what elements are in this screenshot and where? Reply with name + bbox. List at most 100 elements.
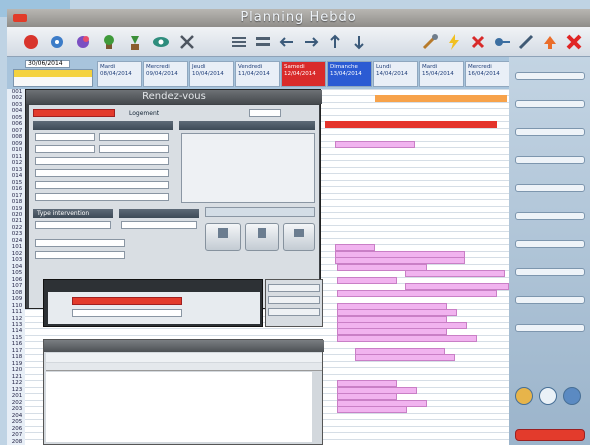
day-header[interactable]: Samedi 12/04/2014 xyxy=(281,61,326,87)
hours-field[interactable] xyxy=(35,193,169,201)
filter-label xyxy=(515,231,585,238)
eye-icon[interactable] xyxy=(151,32,171,52)
history-title-bar xyxy=(44,340,324,352)
booking-bar[interactable] xyxy=(335,140,415,148)
booking-bar[interactable] xyxy=(355,354,455,362)
day-header[interactable]: Lundi 14/04/2014 xyxy=(373,61,418,87)
day-header[interactable]: Jeudi 10/04/2014 xyxy=(189,61,234,87)
settings-icon[interactable] xyxy=(47,32,67,52)
day-header[interactable]: Mercredi 09/04/2014 xyxy=(143,61,188,87)
filter-select[interactable] xyxy=(515,100,585,108)
filter-select[interactable] xyxy=(515,240,585,248)
day-header[interactable]: Mercredi 16/04/2014 xyxy=(465,61,510,87)
list-icon[interactable] xyxy=(229,32,249,52)
history-tabs xyxy=(46,353,322,362)
origin-field[interactable] xyxy=(35,169,169,177)
home-icon[interactable] xyxy=(21,32,41,52)
day-header[interactable]: Dimanche 13/04/2014 xyxy=(327,61,372,87)
description-field[interactable] xyxy=(35,157,169,165)
day-header[interactable]: Mardi 15/04/2014 xyxy=(419,61,464,87)
start-date-field[interactable]: 30/06/2014 xyxy=(25,60,70,68)
day-date: 11/04/2014 xyxy=(238,71,270,77)
filter-select[interactable] xyxy=(515,268,585,276)
section-info: Type intervention xyxy=(33,209,113,218)
arrow-up-icon[interactable] xyxy=(540,32,560,52)
move-up-icon[interactable] xyxy=(325,32,345,52)
envoyer-button[interactable] xyxy=(268,284,320,292)
close-icon[interactable] xyxy=(564,32,584,52)
today-box[interactable] xyxy=(13,69,93,87)
move-right-icon[interactable] xyxy=(301,32,321,52)
tools-icon[interactable] xyxy=(177,32,197,52)
section-info2 xyxy=(119,209,199,218)
filter-label xyxy=(515,91,585,98)
tech-field[interactable] xyxy=(35,181,169,189)
move-left-icon[interactable] xyxy=(277,32,297,52)
booking-bar[interactable] xyxy=(375,95,507,103)
day-label: Mardi xyxy=(422,64,438,70)
reglement-button[interactable] xyxy=(245,223,279,251)
category-field[interactable] xyxy=(35,239,125,247)
client-address-field[interactable] xyxy=(72,309,182,317)
app-title: Planning Hebdo xyxy=(240,10,357,25)
filter-label xyxy=(515,147,585,154)
info-button[interactable] xyxy=(515,387,533,405)
email-button[interactable] xyxy=(563,387,581,405)
history-rows[interactable] xyxy=(46,372,312,442)
booking-bar[interactable] xyxy=(325,121,497,129)
row-numbers: 001 002 003 004 005 006 007 008 009 010 011 012 013 0… xyxy=(7,89,25,445)
facturer-button[interactable] xyxy=(205,223,241,251)
filter-select[interactable] xyxy=(515,72,585,80)
day-header[interactable]: Mardi 08/04/2014 xyxy=(97,61,142,87)
logement-label: Logement xyxy=(129,110,160,117)
client-code-field[interactable] xyxy=(33,109,115,117)
date-field-1[interactable] xyxy=(35,133,95,141)
application-window: Planning Hebdo 30/06/2014 Mardi 08/04/201… xyxy=(7,9,590,445)
toolbar xyxy=(7,27,590,57)
close-button[interactable] xyxy=(515,429,585,441)
tool-icon[interactable] xyxy=(420,32,440,52)
booking-bar[interactable] xyxy=(337,289,497,297)
intervention-type-field[interactable] xyxy=(35,221,111,229)
client-name-field[interactable] xyxy=(72,297,182,305)
plant-icon[interactable] xyxy=(99,32,119,52)
dialog-title: Rendez-vous xyxy=(142,91,206,102)
lightning-icon[interactable] xyxy=(444,32,464,52)
filter-select[interactable] xyxy=(515,128,585,136)
filter-select[interactable] xyxy=(515,324,585,332)
invoice-table xyxy=(181,133,315,203)
filter-select[interactable] xyxy=(515,296,585,304)
day-label: Mardi xyxy=(100,64,116,70)
row-number[interactable]: 208 xyxy=(9,439,25,445)
intervention-nature-field[interactable] xyxy=(121,221,197,229)
type-field[interactable] xyxy=(35,145,95,153)
fiche-button[interactable] xyxy=(268,308,320,316)
booking-bar[interactable] xyxy=(337,406,407,414)
day-label: Samedi xyxy=(284,64,305,70)
facturation-button[interactable] xyxy=(283,223,315,251)
filter-select[interactable] xyxy=(515,184,585,192)
delete-icon[interactable] xyxy=(468,32,488,52)
status-field[interactable] xyxy=(99,145,169,153)
visits-field[interactable] xyxy=(35,251,125,259)
detail-button[interactable] xyxy=(268,296,320,304)
time-field[interactable] xyxy=(249,109,281,117)
remise-button[interactable] xyxy=(205,207,315,217)
list-detail-icon[interactable] xyxy=(253,32,273,52)
booking-bar[interactable] xyxy=(337,334,477,342)
filter-select[interactable] xyxy=(515,212,585,220)
day-date: 12/04/2014 xyxy=(284,71,316,77)
booking-bar[interactable] xyxy=(405,270,505,278)
filter-select[interactable] xyxy=(515,156,585,164)
paint-icon[interactable] xyxy=(73,32,93,52)
pen-icon[interactable] xyxy=(516,32,536,52)
side-action-panel xyxy=(265,279,323,327)
key-icon[interactable] xyxy=(492,32,512,52)
day-header[interactable]: Vendredi 11/04/2014 xyxy=(235,61,280,87)
move-down-icon[interactable] xyxy=(349,32,369,52)
booking-bar[interactable] xyxy=(337,276,397,284)
plant-pot-icon[interactable] xyxy=(125,32,145,52)
client-search-panel xyxy=(43,279,263,327)
date-field-2[interactable] xyxy=(99,133,169,141)
help-button[interactable] xyxy=(539,387,557,405)
